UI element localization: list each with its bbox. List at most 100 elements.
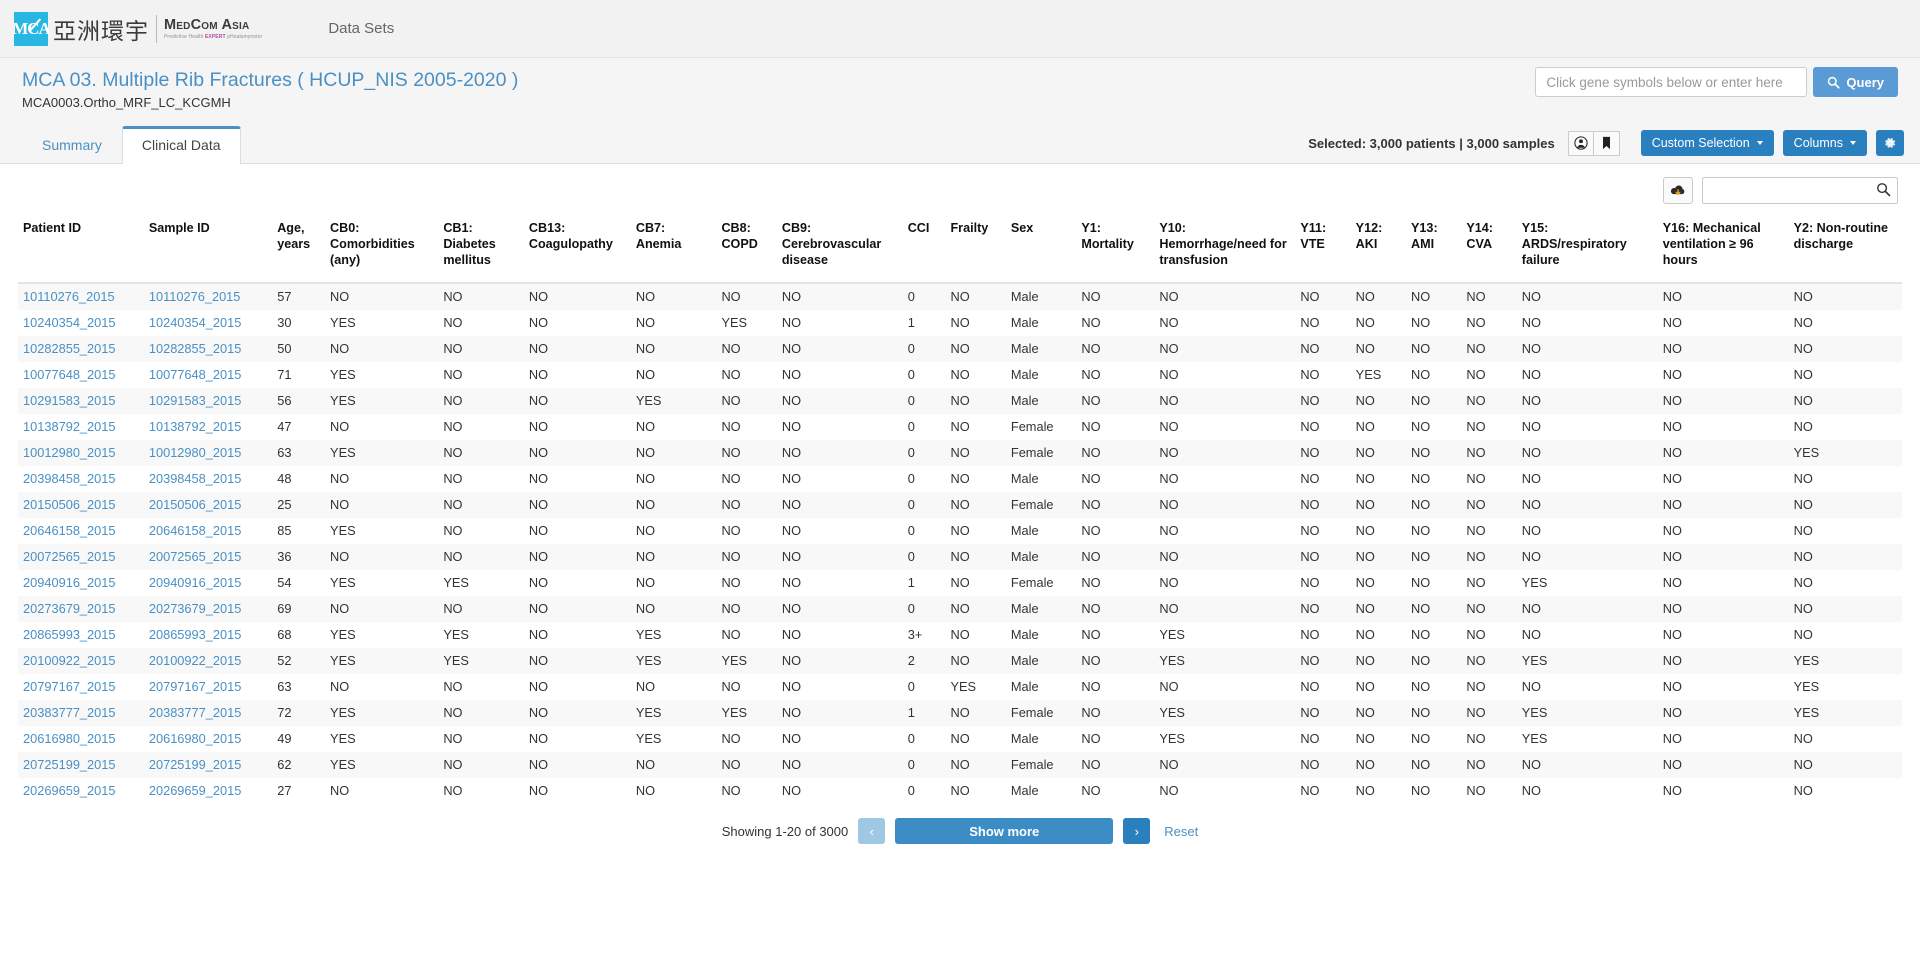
sample-id-link[interactable]: 10291583_2015 <box>149 393 242 408</box>
sample-id-cell[interactable]: 20273679_2015 <box>144 596 272 622</box>
table-row[interactable]: 20940916_2015 20940916_2015 54 YES YES NO NO NO… <box>18 570 1902 597</box>
sample-id-cell[interactable]: 20100922_2015 <box>144 648 272 674</box>
table-row[interactable]: 20616980_2015 20616980_2015 49 YES NO NO YES NO… <box>18 726 1902 753</box>
patient-id-cell[interactable]: 10012980_2015 <box>18 440 144 466</box>
sample-id-link[interactable]: 20616980_2015 <box>149 731 242 746</box>
patient-id-cell[interactable]: 20100922_2015 <box>18 648 144 674</box>
tab-summary[interactable]: Summary <box>22 126 122 164</box>
column-header[interactable]: CB7: Anemia <box>630 214 717 285</box>
table-row[interactable]: 20398458_2015 20398458_2015 48 NO NO NO NO NO NO… <box>18 466 1902 493</box>
table-row[interactable]: 20072565_2015 20072565_2015 36 NO NO NO NO NO NO… <box>18 544 1902 571</box>
column-header[interactable]: CB8: COPD <box>716 214 777 285</box>
table-row[interactable]: 20100922_2015 20100922_2015 52 YES YES NO YES Y… <box>18 648 1902 675</box>
column-header[interactable]: Y13: AMI <box>1406 214 1462 285</box>
sample-id-cell[interactable]: 20797167_2015 <box>144 674 272 700</box>
patient-id-link[interactable]: 10138792_2015 <box>23 419 116 434</box>
query-button[interactable]: Query <box>1813 67 1898 97</box>
patient-id-link[interactable]: 10291583_2015 <box>23 393 116 408</box>
sample-id-cell[interactable]: 20725199_2015 <box>144 752 272 778</box>
next-page-button[interactable]: › <box>1123 818 1151 845</box>
column-header[interactable]: Y15: ARDS/respiratory failure <box>1516 214 1658 285</box>
patient-id-link[interactable]: 20150506_2015 <box>23 497 116 512</box>
patient-id-cell[interactable]: 10138792_2015 <box>18 414 144 440</box>
sample-id-link[interactable]: 10240354_2015 <box>149 315 242 330</box>
table-row[interactable]: 10077648_2015 10077648_2015 71 YES NO NO NO NO N… <box>18 362 1902 389</box>
table-row[interactable]: 20273679_2015 20273679_2015 69 NO NO NO NO NO NO… <box>18 596 1902 623</box>
table-search-input[interactable] <box>1702 177 1898 204</box>
settings-gear-button[interactable] <box>1876 130 1904 156</box>
table-row[interactable]: 10138792_2015 10138792_2015 47 NO NO NO NO NO NO… <box>18 414 1902 441</box>
sample-id-cell[interactable]: 20269659_2015 <box>144 778 272 804</box>
column-header[interactable]: Y16: Mechanical ventilation ≥ 96 hours <box>1657 214 1789 285</box>
patient-id-link[interactable]: 20269659_2015 <box>23 783 116 798</box>
table-row[interactable]: 10012980_2015 10012980_2015 63 YES NO NO NO NO N… <box>18 440 1902 467</box>
patient-id-cell[interactable]: 20273679_2015 <box>18 596 144 622</box>
sample-id-link[interactable]: 10138792_2015 <box>149 419 242 434</box>
sample-id-link[interactable]: 20398458_2015 <box>149 471 242 486</box>
sample-id-cell[interactable]: 10240354_2015 <box>144 310 272 336</box>
patient-id-link[interactable]: 20865993_2015 <box>23 627 116 642</box>
column-header[interactable]: Y12: AKI <box>1350 214 1407 285</box>
columns-button[interactable]: Columns <box>1782 130 1867 156</box>
sample-id-cell[interactable]: 20398458_2015 <box>144 466 272 492</box>
patient-id-cell[interactable]: 20616980_2015 <box>18 726 144 752</box>
table-row[interactable]: 20797167_2015 20797167_2015 63 NO NO NO NO NO NO… <box>18 674 1902 701</box>
bookmark-icon[interactable] <box>1593 130 1620 156</box>
sample-id-link[interactable]: 20940916_2015 <box>149 575 242 590</box>
sample-id-link[interactable]: 10282855_2015 <box>149 341 242 356</box>
gene-query-input[interactable] <box>1535 67 1808 97</box>
patient-id-cell[interactable]: 10077648_2015 <box>18 362 144 388</box>
nav-link-data-sets[interactable]: Data Sets <box>314 14 408 43</box>
tab-clinical-data[interactable]: Clinical Data <box>121 125 241 164</box>
patient-id-cell[interactable]: 10291583_2015 <box>18 388 144 414</box>
column-header[interactable]: Y10: Hemorrhage/need for transfusion <box>1154 214 1296 285</box>
patient-id-link[interactable]: 20072565_2015 <box>23 549 116 564</box>
patient-id-link[interactable]: 20398458_2015 <box>23 471 116 486</box>
custom-selection-button[interactable]: Custom Selection <box>1640 130 1774 156</box>
patient-id-link[interactable]: 20273679_2015 <box>23 601 116 616</box>
sample-id-link[interactable]: 20383777_2015 <box>149 705 242 720</box>
column-header[interactable]: CB13: Coagulopathy <box>523 214 631 285</box>
sample-id-cell[interactable]: 20072565_2015 <box>144 544 272 570</box>
sample-id-cell[interactable]: 10077648_2015 <box>144 362 272 388</box>
sample-id-link[interactable]: 10077648_2015 <box>149 367 242 382</box>
sample-id-cell[interactable]: 20616980_2015 <box>144 726 272 752</box>
table-row[interactable]: 10291583_2015 10291583_2015 56 YES NO NO YES NO… <box>18 388 1902 415</box>
column-header[interactable]: CB1: Diabetes mellitus <box>438 214 524 285</box>
patient-id-link[interactable]: 20100922_2015 <box>23 653 116 668</box>
column-header[interactable]: Y1: Mortality <box>1076 214 1155 285</box>
patient-id-cell[interactable]: 10282855_2015 <box>18 336 144 362</box>
patient-id-cell[interactable]: 20150506_2015 <box>18 492 144 518</box>
table-row[interactable]: 10240354_2015 10240354_2015 30 YES NO NO NO YES… <box>18 310 1902 337</box>
reset-link[interactable]: Reset <box>1164 824 1198 839</box>
show-more-button[interactable]: Show more <box>895 818 1114 845</box>
sample-id-cell[interactable]: 10012980_2015 <box>144 440 272 466</box>
patient-id-link[interactable]: 20725199_2015 <box>23 757 116 772</box>
patient-id-link[interactable]: 20383777_2015 <box>23 705 116 720</box>
patient-id-cell[interactable]: 10110276_2015 <box>18 283 144 310</box>
sample-id-cell[interactable]: 20940916_2015 <box>144 570 272 596</box>
sample-id-link[interactable]: 20150506_2015 <box>149 497 242 512</box>
column-header[interactable]: Y11: VTE <box>1295 214 1351 285</box>
column-header[interactable]: CB0: Comorbidities (any) <box>325 214 439 285</box>
sample-id-link[interactable]: 20865993_2015 <box>149 627 242 642</box>
cloud-download-button[interactable] <box>1663 177 1693 204</box>
patient-id-cell[interactable]: 20725199_2015 <box>18 752 144 778</box>
patient-id-link[interactable]: 10110276_2015 <box>23 289 115 304</box>
column-header[interactable]: Sample ID <box>143 214 273 285</box>
patient-id-cell[interactable]: 10240354_2015 <box>18 310 144 336</box>
brand-logo[interactable]: MCA 亞洲環宇 MedCom Asia Predictive Health E… <box>12 11 262 46</box>
patient-id-link[interactable]: 20940916_2015 <box>23 575 116 590</box>
patient-id-cell[interactable]: 20072565_2015 <box>18 544 144 570</box>
sample-id-cell[interactable]: 20383777_2015 <box>144 700 272 726</box>
patient-id-cell[interactable]: 20646158_2015 <box>18 518 144 544</box>
column-header[interactable]: Frailty <box>945 214 1006 285</box>
sample-id-link[interactable]: 20725199_2015 <box>149 757 242 772</box>
patient-id-link[interactable]: 20797167_2015 <box>23 679 116 694</box>
column-header[interactable]: CCI <box>902 214 946 285</box>
sample-id-cell[interactable]: 20646158_2015 <box>144 518 272 544</box>
patient-id-cell[interactable]: 20383777_2015 <box>18 700 144 726</box>
sample-id-link[interactable]: 10110276_2015 <box>149 289 241 304</box>
patient-id-cell[interactable]: 20398458_2015 <box>18 466 144 492</box>
prev-page-button[interactable]: ‹ <box>858 818 886 845</box>
